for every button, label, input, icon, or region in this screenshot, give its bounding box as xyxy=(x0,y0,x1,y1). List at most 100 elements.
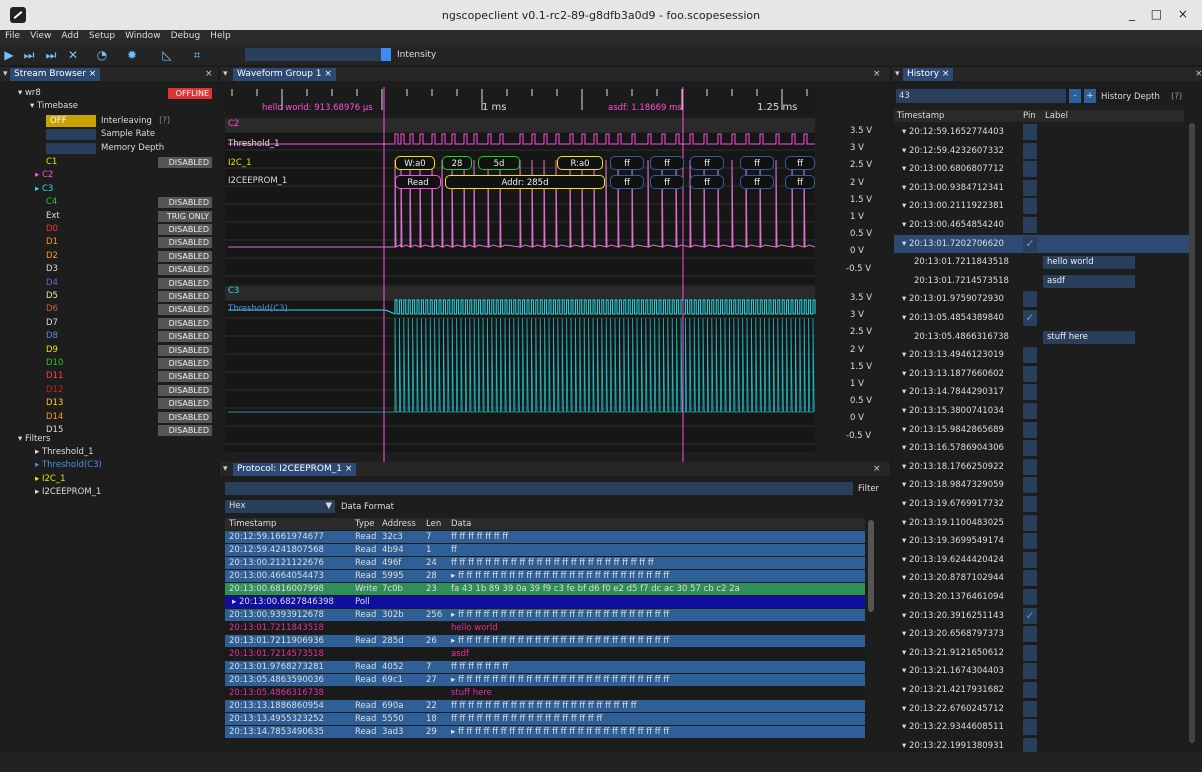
history-icon[interactable]: ◔ xyxy=(95,48,109,62)
help-icon[interactable]: (?) xyxy=(159,115,170,127)
tab-history[interactable]: History × xyxy=(903,68,954,81)
pin-checkbox[interactable] xyxy=(1023,161,1037,178)
menu-item-view[interactable]: View xyxy=(25,30,56,42)
force-trigger-icon[interactable]: ⏭ xyxy=(44,48,58,62)
channel-d8[interactable]: D8 xyxy=(46,330,58,342)
channel-d12[interactable]: D12 xyxy=(46,384,63,396)
history-row[interactable]: 20:13:01.7214573518 xyxy=(914,272,1009,291)
history-row[interactable]: ▾ 20:13:20.1376461094 xyxy=(902,588,1004,607)
menu-item-help[interactable]: Help xyxy=(205,30,236,42)
waveform-close-icon[interactable]: × xyxy=(873,69,881,79)
channel-c1[interactable]: C1 xyxy=(46,156,57,168)
channel-d2[interactable]: D2 xyxy=(46,250,58,262)
data-format-select[interactable]: Hex ▼ xyxy=(225,500,335,513)
column-header[interactable]: Pin xyxy=(1023,110,1036,122)
trace-label-threshold-1[interactable]: Threshold_1 xyxy=(228,139,280,149)
history-row[interactable]: ▾ 20:13:19.6769917732 xyxy=(902,495,1004,514)
history-row[interactable]: ▾ 20:13:20.3916251143 xyxy=(902,607,1004,626)
eeprom-packet[interactable]: ff xyxy=(785,175,815,189)
column-header[interactable]: Type xyxy=(355,518,375,530)
column-header[interactable]: Label xyxy=(1045,110,1068,122)
i2c-packet[interactable]: ff xyxy=(610,156,644,170)
history-label[interactable]: hello world xyxy=(1043,256,1135,270)
protocol-close-icon[interactable]: × xyxy=(873,464,881,474)
channel-d3[interactable]: D3 xyxy=(46,263,58,275)
history-row[interactable]: ▾ 20:13:20.6568797373 xyxy=(902,625,1004,644)
channel-d11[interactable]: D11 xyxy=(46,370,63,382)
pin-checkbox[interactable] xyxy=(1023,440,1037,457)
history-label[interactable]: asdf xyxy=(1043,274,1135,288)
history-row[interactable]: ▾ 20:13:22.6760245712 xyxy=(902,700,1004,719)
history-row[interactable]: ▾ 20:13:14.7844290317 xyxy=(902,383,1004,402)
channel-c3[interactable]: ▸ C3 xyxy=(35,183,53,195)
pin-checkbox[interactable] xyxy=(1023,384,1037,401)
history-row[interactable]: ▾ 20:12:59.1652774403 xyxy=(902,123,1004,142)
pin-checkbox[interactable] xyxy=(1023,719,1037,736)
history-close-icon[interactable]: × xyxy=(1195,69,1202,79)
pin-checkbox[interactable] xyxy=(1023,663,1037,680)
panel-menu-icon[interactable]: ▾ xyxy=(3,69,8,79)
history-row[interactable]: ▾ 20:13:00.6806807712 xyxy=(902,160,1004,179)
menu-item-window[interactable]: Window xyxy=(120,30,166,42)
history-row[interactable]: ▾ 20:13:05.4854389840 xyxy=(902,309,1004,328)
intensity-slider[interactable] xyxy=(245,48,391,61)
history-row[interactable]: ▾ 20:13:16.5786904306 xyxy=(902,439,1004,458)
start-trigger-icon[interactable]: ▶ xyxy=(2,48,16,62)
channel-d1[interactable]: D1 xyxy=(46,236,58,248)
channel-d14[interactable]: D14 xyxy=(46,411,63,423)
pin-checkbox[interactable] xyxy=(1023,124,1037,140)
channel-d5[interactable]: D5 xyxy=(46,290,58,302)
history-row[interactable]: ▾ 20:13:01.9759072930 xyxy=(902,290,1004,309)
window-controls[interactable]: _ □ × xyxy=(1129,7,1194,21)
column-header[interactable]: Address xyxy=(382,518,416,530)
pin-checkbox[interactable] xyxy=(1023,514,1037,531)
history-row[interactable]: ▾ 20:13:13.4946123019 xyxy=(902,346,1004,365)
pin-checkbox[interactable] xyxy=(1023,217,1037,233)
single-trigger-icon[interactable]: ⏭ xyxy=(22,48,36,62)
history-row[interactable]: 20:13:01.7211843518 xyxy=(914,253,1009,272)
waveform-icon[interactable]: ◺ xyxy=(160,48,174,62)
channel-c2[interactable]: ▸ C2 xyxy=(35,169,53,181)
channel-d0[interactable]: D0 xyxy=(46,223,58,235)
i2c-packet[interactable]: W:a0 xyxy=(395,156,435,170)
column-header[interactable]: Len xyxy=(426,518,441,530)
stop-trigger-icon[interactable]: ✕ xyxy=(66,48,80,62)
history-row[interactable]: ▾ 20:13:19.1100483025 xyxy=(902,514,1004,533)
column-header[interactable]: Timestamp xyxy=(229,518,276,530)
i2c-packet[interactable]: ff xyxy=(785,156,815,170)
protocol-scrollbar[interactable] xyxy=(868,520,874,612)
history-row[interactable]: ▾ 20:13:13.1877660602 xyxy=(902,365,1004,384)
pin-checkbox[interactable]: ✓ xyxy=(1023,607,1037,624)
channel-d9[interactable]: D9 xyxy=(46,344,58,356)
tab-stream-browser[interactable]: Stream Browser × xyxy=(10,68,101,81)
filters-node[interactable]: ▾ Filters xyxy=(18,433,50,445)
i2c-packet[interactable]: R:a0 xyxy=(557,156,603,170)
column-header[interactable]: Data xyxy=(451,518,471,530)
channel-d7[interactable]: D7 xyxy=(46,317,58,329)
pin-checkbox[interactable] xyxy=(1023,347,1037,364)
column-header[interactable]: Timestamp xyxy=(897,110,944,122)
channel-d10[interactable]: D10 xyxy=(46,357,63,369)
menu-item-debug[interactable]: Debug xyxy=(166,30,206,42)
history-row[interactable]: ▾ 20:13:19.6244420424 xyxy=(902,551,1004,570)
pin-checkbox[interactable] xyxy=(1023,496,1037,512)
pin-checkbox[interactable] xyxy=(1023,421,1037,438)
menu-item-add[interactable]: Add xyxy=(56,30,83,42)
history-row[interactable]: ▾ 20:13:01.7202706620 xyxy=(902,235,1004,254)
eeprom-packet[interactable]: ff xyxy=(610,175,644,189)
trace-label-eeprom[interactable]: I2CEEPROM_1 xyxy=(228,176,287,186)
i2c-packet[interactable]: ff xyxy=(740,156,774,170)
panel-menu-icon[interactable]: ▾ xyxy=(223,464,228,474)
history-row[interactable]: ▾ 20:13:00.2111922381 xyxy=(902,197,1004,216)
instrument-wr8[interactable]: ▾ wr8 xyxy=(18,87,41,99)
filter-item[interactable]: ▸ Threshold_1 xyxy=(35,446,94,458)
pin-checkbox[interactable] xyxy=(1023,589,1037,605)
eeprom-packet[interactable]: ff xyxy=(740,175,774,189)
channel-d6[interactable]: D6 xyxy=(46,303,58,315)
history-depth-decrement-button[interactable]: - xyxy=(1069,89,1081,103)
history-row[interactable]: ▾ 20:12:59.4232607332 xyxy=(902,142,1004,161)
history-row[interactable]: ▾ 20:13:21.1674304403 xyxy=(902,662,1004,681)
i2c-packet[interactable]: ff xyxy=(650,156,684,170)
history-row[interactable]: ▾ 20:13:18.9847329059 xyxy=(902,476,1004,495)
channel-d4[interactable]: D4 xyxy=(46,277,58,289)
